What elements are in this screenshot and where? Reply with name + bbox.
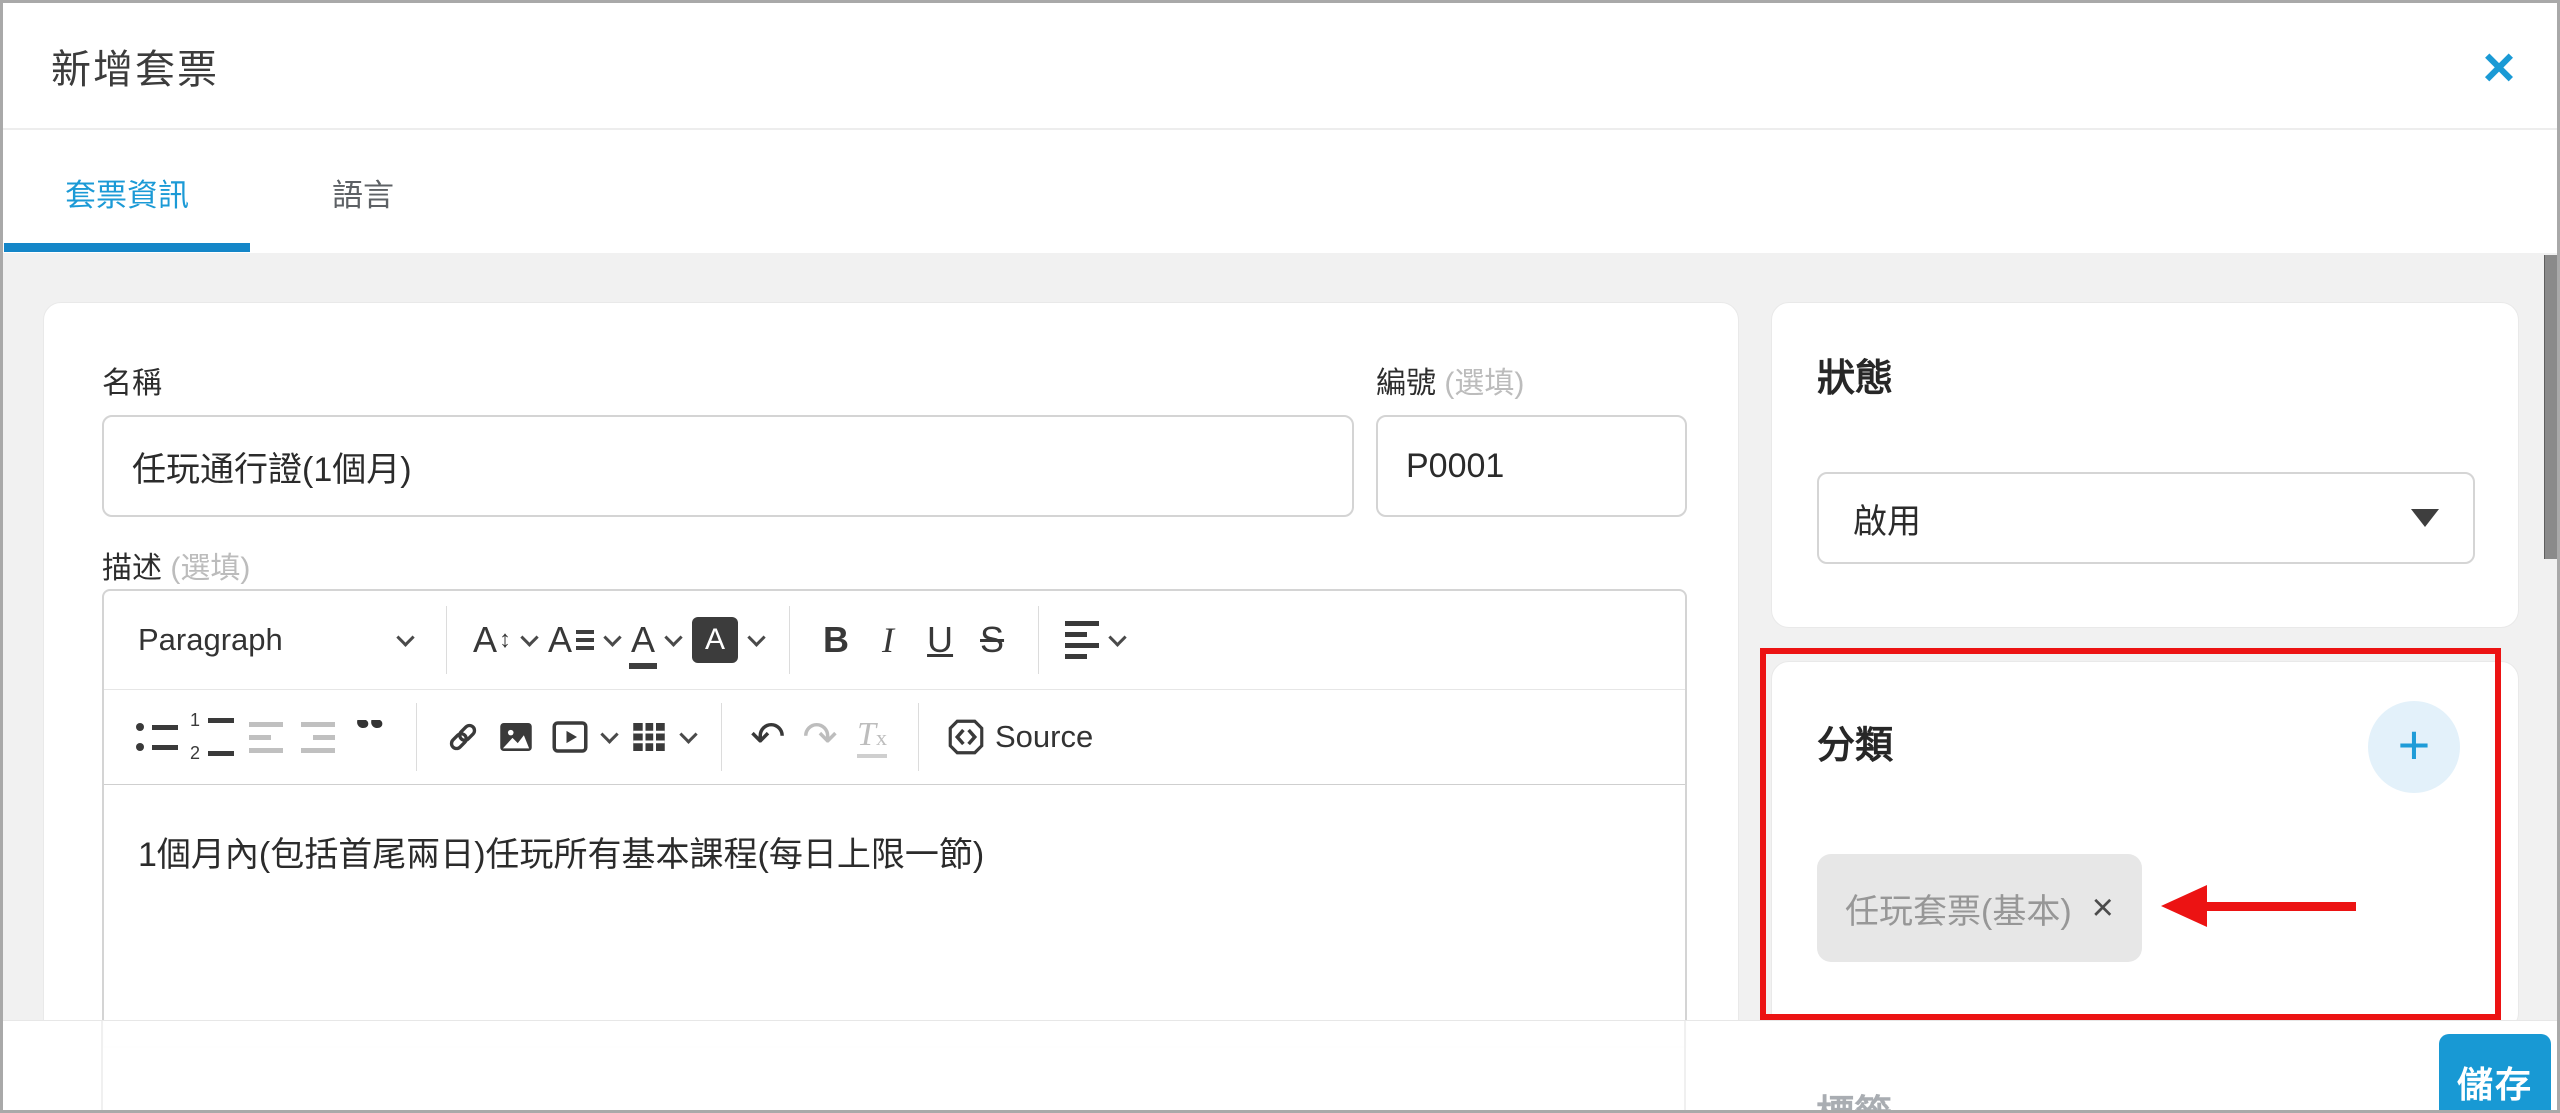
package-info-card: 名稱 編號 (選填) 描述 (選填) Paragraph A ↕ — [43, 302, 1739, 1047]
chevron-down-icon — [679, 725, 697, 743]
link-button[interactable] — [437, 701, 489, 773]
rich-text-editor: Paragraph A ↕ A A — [102, 589, 1687, 1048]
remove-tag-button[interactable]: × — [2092, 889, 2114, 927]
save-button[interactable]: 儲存 — [2439, 1034, 2551, 1113]
block-quote-button[interactable]: “ — [344, 701, 396, 773]
scrollbar-thumb[interactable] — [2544, 255, 2557, 559]
text-alignment-icon — [1065, 621, 1099, 659]
tab-language[interactable]: 語言 — [275, 132, 451, 253]
font-background-color-icon: A — [692, 617, 738, 663]
status-select[interactable]: 啟用 — [1817, 472, 2475, 564]
tabbar: 套票資訊 語言 — [3, 132, 2557, 253]
bold-icon: B — [823, 619, 849, 661]
category-tag-label: 任玩套票(基本) — [1845, 884, 2072, 933]
undo-icon: ↶ — [750, 716, 785, 758]
italic-icon: I — [882, 619, 894, 661]
modal-header: 新增套票 × — [3, 3, 2557, 130]
add-package-modal: 新增套票 × 套票資訊 語言 名稱 編號 (選填) 描述 (選填) — [0, 0, 2560, 1113]
close-icon: × — [2483, 39, 2516, 95]
bulleted-list-icon — [136, 723, 178, 751]
chevron-down-icon — [664, 628, 682, 646]
font-color-icon: A — [631, 619, 655, 661]
source-button-label: Source — [995, 719, 1093, 755]
numbered-list-icon: 1 2 — [190, 710, 234, 764]
increase-indent-button[interactable] — [292, 701, 344, 773]
font-size-icon: A — [473, 619, 497, 661]
category-tag-chip: 任玩套票(基本) × — [1817, 854, 2142, 962]
insert-media-icon — [549, 716, 591, 758]
insert-table-icon — [628, 716, 670, 758]
redo-icon: ↷ — [802, 716, 837, 758]
insert-media-button[interactable] — [543, 701, 622, 773]
link-icon — [443, 717, 483, 757]
tab-package-info-label: 套票資訊 — [65, 170, 189, 215]
editor-content-area[interactable]: 1個月內(包括首尾兩日)任玩所有基本課程(每日上限一節) — [104, 785, 1685, 1048]
redo-button[interactable]: ↷ — [794, 701, 846, 773]
status-select-value: 啟用 — [1853, 494, 2411, 543]
category-card: 分類 + 任玩套票(基本) × — [1771, 661, 2519, 1031]
decrease-indent-button[interactable] — [240, 701, 292, 773]
editor-toolbar-row2: 1 2 “ — [104, 690, 1685, 785]
paragraph-dropdown[interactable]: Paragraph — [130, 604, 426, 676]
editor-toolbar-row1: Paragraph A ↕ A A — [104, 591, 1685, 690]
add-category-button[interactable]: + — [2368, 701, 2460, 793]
chevron-down-icon — [396, 628, 414, 646]
code-input[interactable] — [1376, 415, 1687, 517]
name-label: 名稱 — [102, 358, 162, 402]
plus-icon: + — [2398, 717, 2431, 773]
underline-icon: U — [927, 619, 953, 661]
decrease-indent-icon — [249, 722, 283, 753]
chevron-down-icon — [600, 725, 618, 743]
italic-button[interactable]: I — [862, 604, 914, 676]
active-tab-underline — [4, 243, 250, 252]
insert-image-button[interactable] — [489, 701, 543, 773]
tags-card-title-partial: 標籤 — [1816, 1083, 1892, 1113]
strikethrough-button[interactable]: S — [966, 604, 1018, 676]
source-icon — [945, 716, 987, 758]
remove-format-button[interactable]: Tx — [846, 701, 898, 773]
tab-package-info[interactable]: 套票資訊 — [3, 132, 251, 253]
font-background-color-button[interactable]: A — [686, 604, 769, 676]
name-input[interactable] — [102, 415, 1354, 517]
font-family-button[interactable]: A — [542, 604, 625, 676]
modal-title: 新增套票 — [3, 37, 219, 95]
font-size-button[interactable]: A ↕ — [467, 604, 542, 676]
modal-footer: 標籤 儲存 — [3, 1020, 2557, 1113]
increase-indent-icon — [301, 722, 335, 753]
remove-format-icon: Tx — [857, 716, 887, 758]
block-quote-icon: “ — [354, 720, 386, 754]
paragraph-dropdown-label: Paragraph — [138, 622, 283, 658]
bulleted-list-button[interactable] — [130, 701, 184, 773]
underline-button[interactable]: U — [914, 604, 966, 676]
text-alignment-button[interactable] — [1059, 604, 1130, 676]
ghost-editor-border — [1684, 1021, 1686, 1111]
status-card: 狀態 啟用 — [1771, 302, 2519, 628]
tab-language-label: 語言 — [332, 170, 394, 215]
bold-button[interactable]: B — [810, 604, 862, 676]
insert-image-icon — [495, 716, 537, 758]
undo-button[interactable]: ↶ — [742, 701, 794, 773]
close-button[interactable]: × — [2469, 37, 2529, 97]
description-label: 描述 (選填) — [102, 543, 250, 587]
caret-down-icon — [2411, 509, 2439, 527]
insert-table-button[interactable] — [622, 701, 701, 773]
chevron-down-icon — [520, 628, 538, 646]
ghost-editor-border — [101, 1021, 103, 1111]
save-button-label: 儲存 — [2457, 1056, 2533, 1108]
font-color-button[interactable]: A — [625, 604, 686, 676]
category-title: 分類 — [1817, 714, 1893, 769]
description-text: 1個月內(包括首尾兩日)任玩所有基本課程(每日上限一節) — [138, 827, 984, 876]
code-label: 編號 (選填) — [1376, 358, 1524, 402]
strikethrough-icon: S — [980, 619, 1004, 661]
font-family-icon: A — [548, 619, 572, 661]
status-title: 狀態 — [1817, 347, 1893, 402]
chevron-down-icon — [747, 628, 765, 646]
numbered-list-button[interactable]: 1 2 — [184, 701, 240, 773]
source-button[interactable]: Source — [939, 701, 1099, 773]
chevron-down-icon — [603, 628, 621, 646]
chevron-down-icon — [1108, 628, 1126, 646]
